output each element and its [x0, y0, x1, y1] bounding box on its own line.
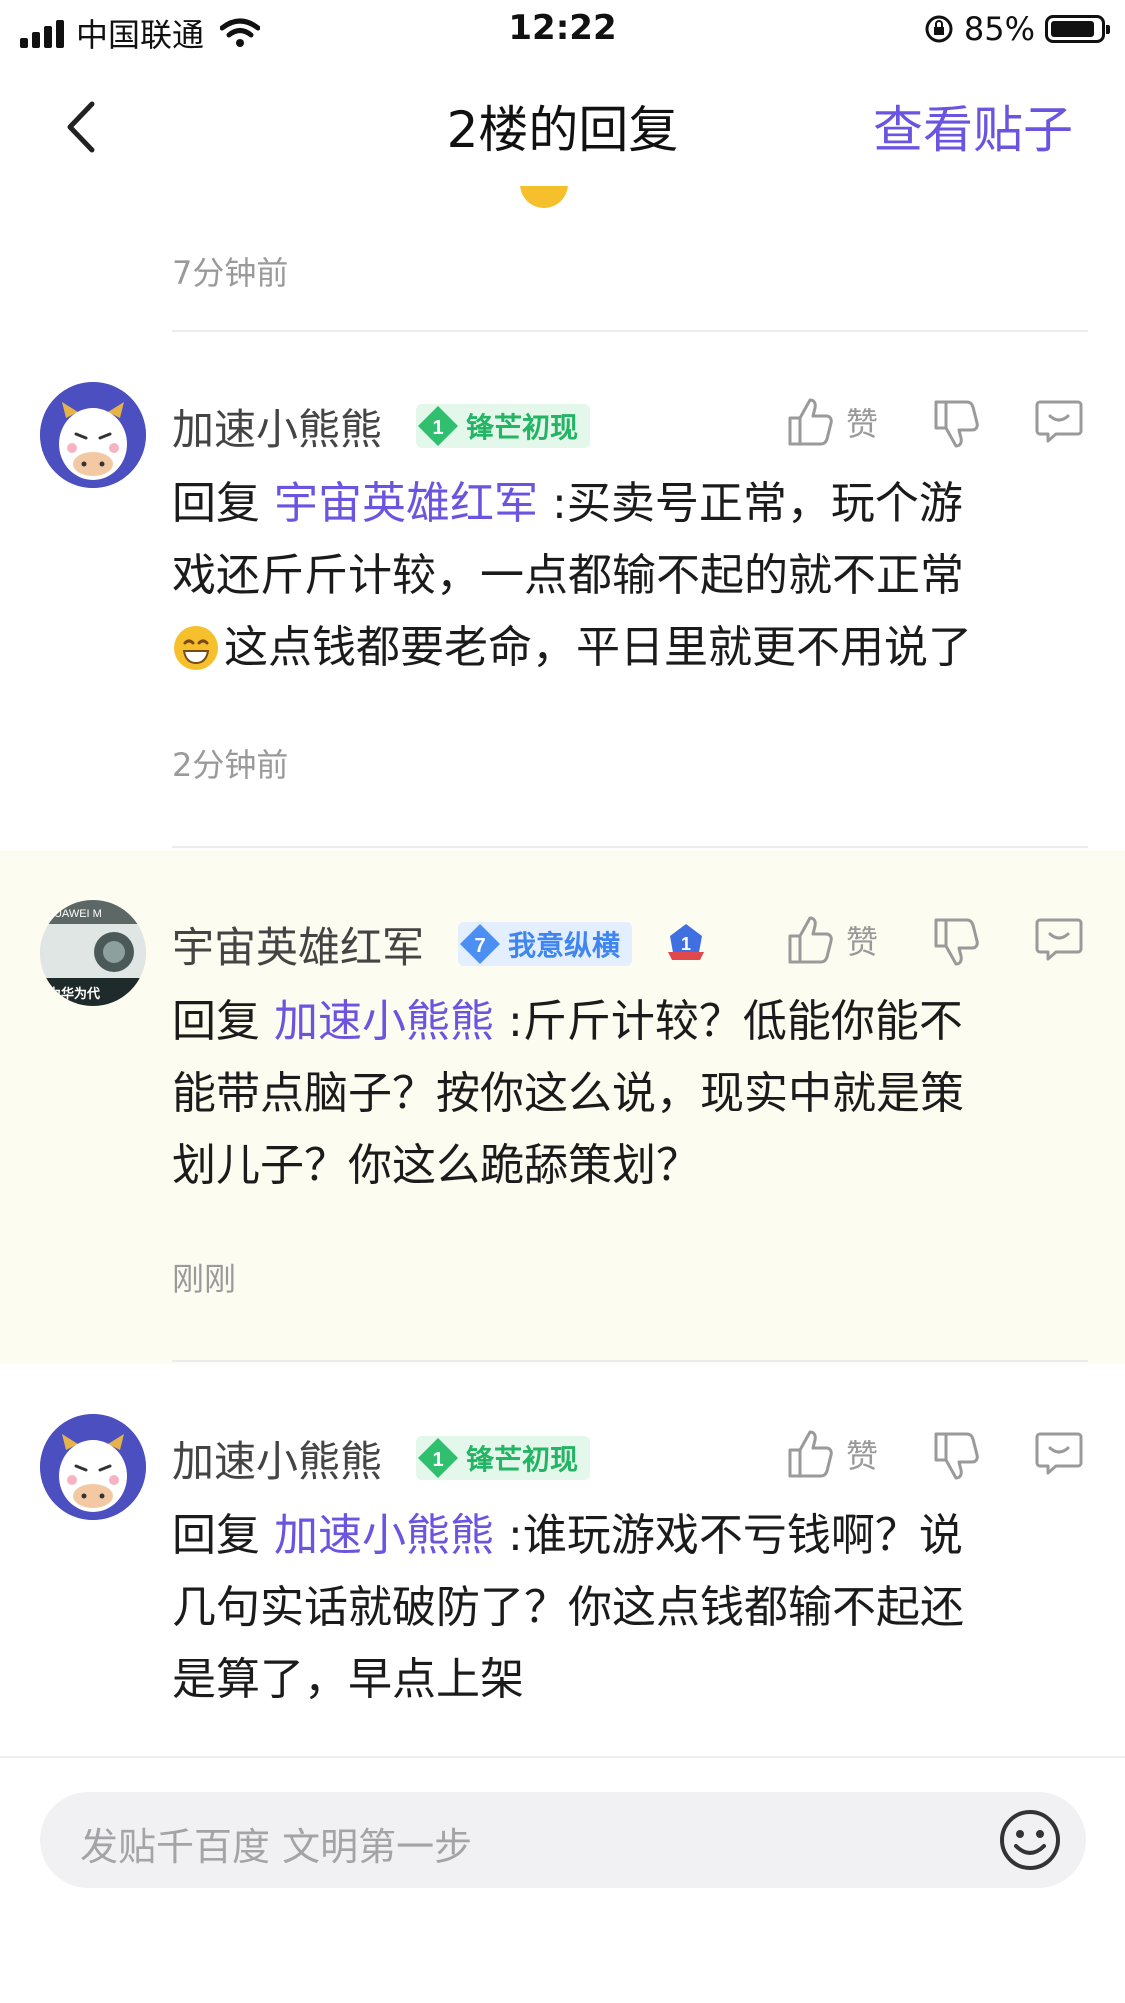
partial-post: 7分钟前 [0, 186, 1125, 336]
bottom-bar: 发贴千百度 文明第一步 [0, 1756, 1125, 2003]
reply-content: 回复 加速小熊熊 :谁玩游戏不亏钱啊？说 几句实话就破防了？你这点钱都输不起还 … [172, 1500, 1072, 1716]
post-time: 7分钟前 [172, 254, 289, 292]
reply-item: HUAWEI M 为华为代 宇宙英雄红军 7 我意纵横 1 赞 回复 加速小熊熊… [0, 850, 1125, 1364]
level-badge: 1 锋芒初现 [416, 404, 591, 448]
battery-icon [1045, 15, 1110, 43]
reply-text: 这点钱都要老命，平日里就更不用说了 [224, 622, 972, 673]
like-button[interactable]: 赞 [786, 1428, 878, 1480]
post-time: 刚刚 [172, 1260, 237, 1298]
reply-item: 加速小熊熊 1 锋芒初现 赞 回复 加速小熊熊 :谁玩游戏不亏钱啊？说 几句实话… [0, 1364, 1125, 1756]
reply-text: 几句实话就破防了？你这点钱都输不起还 [172, 1582, 964, 1633]
reply-text: :谁玩游戏不亏钱啊？说 [508, 1510, 963, 1561]
emoji-icon[interactable] [998, 1808, 1062, 1872]
reply-prefix: 回复 [172, 1510, 260, 1561]
thumb-down-icon[interactable] [932, 1430, 980, 1482]
grin-emoji-icon [174, 626, 218, 670]
photo-avatar: HUAWEI M 为华为代 [40, 900, 146, 1006]
mention-link[interactable]: 加速小熊熊 [274, 1510, 494, 1561]
thumb-up-icon [788, 1430, 833, 1478]
reply-list[interactable]: 7分钟前 加速小熊熊 1 锋芒初现 赞 回复 宇宙英雄红军:买卖号正常，玩个游… [0, 186, 1125, 1756]
mention-link[interactable]: 宇宙英雄红军 [274, 478, 538, 529]
thumb-up-icon [788, 916, 833, 964]
reply-text: 能带点脑子？按你这么说，现实中就是策 [172, 1068, 964, 1119]
battery-percent: 85% [963, 10, 1035, 48]
input-placeholder: 发贴千百度 文明第一步 [80, 1825, 473, 1869]
status-bar: 中国联通 12:22 85% [0, 0, 1125, 62]
svg-text:1: 1 [432, 1449, 443, 1471]
avatar[interactable] [40, 1414, 146, 1520]
reply-text: 划儿子？你这么跪舔策划？ [172, 1140, 700, 1191]
svg-text:1: 1 [681, 934, 691, 954]
reply-text: :斤斤计较？低能你能不 [508, 996, 963, 1047]
reply-prefix: 回复 [172, 996, 260, 1047]
rank-medal-icon: 1 [668, 924, 704, 960]
reply-content: 回复 加速小熊熊 :斤斤计较？低能你能不 能带点脑子？按你这么说，现实中就是策 … [172, 986, 1072, 1202]
level-badge: 1 锋芒初现 [416, 1436, 591, 1480]
reply-text: 是算了，早点上架 [172, 1654, 524, 1705]
badge-title: 我意纵横 [508, 929, 621, 962]
like-button[interactable]: 赞 [786, 914, 878, 966]
svg-text:7: 7 [474, 935, 485, 957]
rotation-lock-icon [925, 15, 953, 43]
badge-title: 锋芒初现 [466, 411, 579, 444]
avatar[interactable]: HUAWEI M 为华为代 [40, 900, 146, 1006]
reply-content: 回复 宇宙英雄红军 :买卖号正常，玩个游 戏还斤斤计较，一点都输不起的就不正常 … [172, 468, 1072, 684]
thumb-down-icon[interactable] [932, 398, 980, 450]
username[interactable]: 加速小熊熊 [172, 396, 382, 457]
username[interactable]: 宇宙英雄红军 [172, 914, 424, 975]
like-label: 赞 [846, 1437, 879, 1475]
reply-input[interactable]: 发贴千百度 文明第一步 [40, 1792, 1086, 1888]
nav-bar: 2楼的回复 查看贴子 [0, 62, 1125, 186]
comment-icon[interactable] [1034, 1428, 1084, 1478]
reply-item: 加速小熊熊 1 锋芒初现 赞 回复 宇宙英雄红军 :买卖号正常，玩个游 戏还斤斤… [0, 332, 1125, 850]
mention-link[interactable]: 加速小熊熊 [274, 996, 494, 1047]
level-badge: 7 我意纵横 [458, 922, 633, 966]
cow-avatar-icon [40, 382, 146, 488]
level-diamond-icon: 1 [418, 1438, 458, 1478]
divider [172, 846, 1088, 848]
thumb-up-icon [788, 398, 833, 446]
level-diamond-icon: 7 [460, 924, 500, 964]
svg-text:1: 1 [432, 417, 443, 439]
thumb-down-icon[interactable] [932, 916, 980, 968]
username[interactable]: 加速小熊熊 [172, 1428, 382, 1489]
status-right: 85% [924, 10, 1110, 48]
comment-icon[interactable] [1034, 396, 1084, 446]
emoji-icon [520, 186, 568, 208]
badge-title: 锋芒初现 [466, 1443, 579, 1476]
comment-icon[interactable] [1034, 914, 1084, 964]
view-post-link[interactable]: 查看贴子 [873, 90, 1073, 162]
svg-text:HUAWEI M: HUAWEI M [46, 908, 102, 920]
like-label: 赞 [846, 923, 879, 961]
like-button[interactable]: 赞 [786, 396, 878, 448]
post-time: 2分钟前 [172, 746, 289, 784]
reply-text: 戏还斤斤计较，一点都输不起的就不正常 [172, 550, 964, 601]
svg-text:为华为代: 为华为代 [48, 986, 100, 1001]
divider [172, 1360, 1088, 1362]
level-diamond-icon: 1 [418, 406, 458, 446]
reply-text: :买卖号正常，玩个游 [552, 478, 963, 529]
cow-avatar-icon [40, 1414, 146, 1520]
reply-prefix: 回复 [172, 478, 260, 529]
like-label: 赞 [846, 405, 879, 443]
avatar[interactable] [40, 382, 146, 488]
